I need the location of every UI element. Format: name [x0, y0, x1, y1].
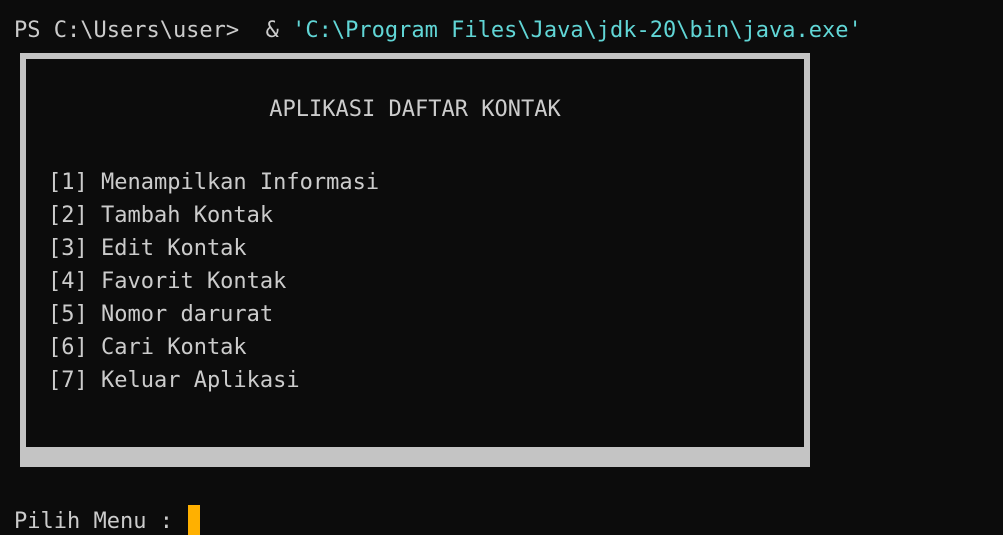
shell-prompt: PS C:\Users\user> [14, 18, 240, 43]
menu-list: [1] Menampilkan Informasi [2] Tambah Kon… [48, 166, 379, 397]
call-operator: & [265, 18, 279, 43]
menu-item-keluar-aplikasi: [7] Keluar Aplikasi [48, 368, 300, 393]
input-prompt-label: Pilih Menu : [14, 509, 173, 534]
menu-item-tambah-kontak: [2] Tambah Kontak [48, 203, 274, 228]
menu-item-menampilkan-informasi: [1] Menampilkan Informasi [48, 170, 380, 195]
menu-frame: APLIKASI DAFTAR KONTAK [1] Menampilkan I… [20, 53, 810, 467]
menu-item-favorit-kontak: [4] Favorit Kontak [48, 269, 287, 294]
terminal-window[interactable]: PS C:\Users\user> & 'C:\Program Files\Ja… [0, 0, 1003, 535]
command-line: PS C:\Users\user> & 'C:\Program Files\Ja… [14, 14, 862, 48]
menu-title: APLIKASI DAFTAR KONTAK [269, 97, 561, 122]
text-cursor[interactable] [188, 505, 201, 535]
java-executable-path: 'C:\Program Files\Java\jdk-20\bin\java.e… [292, 18, 862, 43]
input-prompt-line[interactable]: Pilih Menu : [14, 505, 201, 535]
menu-item-nomor-darurat: [5] Nomor darurat [48, 302, 274, 327]
menu-item-cari-kontak: [6] Cari Kontak [48, 335, 247, 360]
menu-item-edit-kontak: [3] Edit Kontak [48, 236, 247, 261]
